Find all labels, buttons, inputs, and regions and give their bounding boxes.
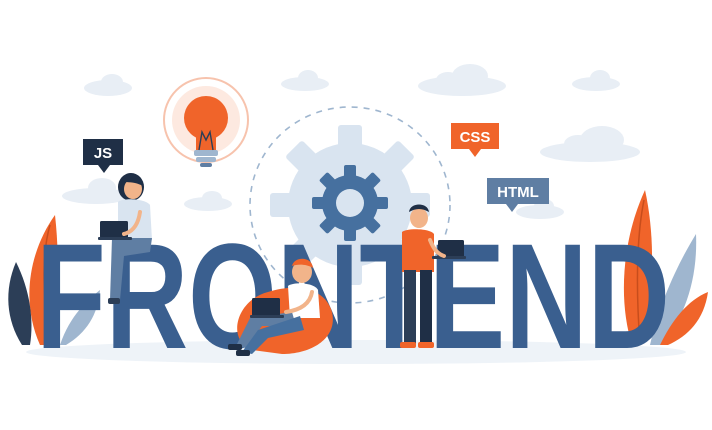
cloud (572, 70, 620, 91)
css-badge: CSS (451, 123, 499, 157)
cloud (418, 64, 506, 96)
cloud (184, 191, 232, 211)
cloud (84, 74, 132, 96)
laptop-icon (250, 298, 284, 318)
frontend-illustration: JS CSS HTML FRONTEND (8, 64, 708, 380)
html-badge-label: HTML (497, 184, 539, 201)
cloud (540, 126, 640, 162)
laptop-icon (98, 221, 132, 240)
lightbulb-icon (163, 77, 249, 167)
css-badge-label: CSS (460, 129, 491, 146)
js-badge-label: JS (94, 145, 112, 162)
cloud (281, 70, 329, 91)
js-badge: JS (83, 139, 123, 173)
